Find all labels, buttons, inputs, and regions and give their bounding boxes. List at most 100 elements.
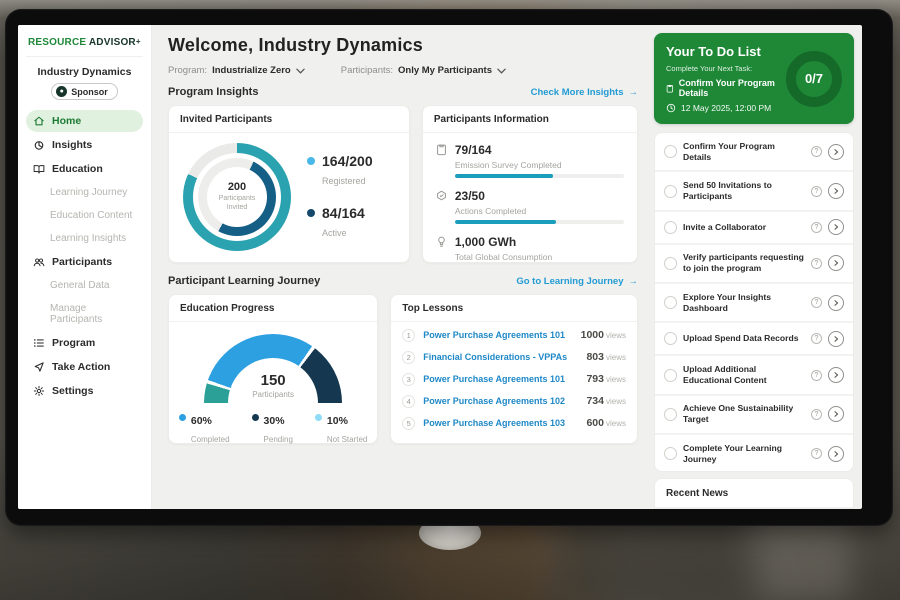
task-row[interactable]: Achieve One Sustainability Target ? (655, 396, 853, 435)
progress-bar (455, 220, 624, 224)
lesson-views: 1000views (581, 329, 626, 341)
task-checkbox[interactable] (664, 296, 677, 309)
help-icon[interactable]: ? (811, 186, 822, 197)
settings-icon (33, 385, 45, 397)
todo-summary-card: Your To Do List Complete Your Next Task:… (654, 33, 854, 124)
sidebar-item-home[interactable]: Home (26, 110, 143, 132)
sidebar-item-education[interactable]: Education (26, 158, 143, 180)
legend-label: Active (322, 228, 347, 238)
recent-news-title: Recent News (655, 479, 853, 508)
legend-value: 84/164 (322, 205, 365, 221)
sidebar-item-label: Insights (52, 139, 92, 151)
sidebar-item-label: Manage Participants (50, 303, 136, 325)
help-icon[interactable]: ? (811, 370, 822, 381)
education-progress-gauge: 150 Participants (204, 334, 342, 403)
chevron-right-icon[interactable] (828, 406, 844, 422)
program-icon (33, 337, 45, 349)
sponsor-badge[interactable]: ● Sponsor (51, 83, 118, 100)
task-label: Invite a Collaborator (683, 222, 805, 233)
legend-active: 84/164 Active (307, 205, 373, 241)
lesson-link[interactable]: Power Purchase Agreements 102 (423, 396, 578, 406)
task-row[interactable]: Verify participants requesting to join t… (655, 245, 853, 284)
app-logo: RESOURCE ADVISOR+ (26, 35, 143, 57)
chevron-right-icon[interactable] (828, 255, 844, 271)
sidebar-item-participants[interactable]: Participants (26, 251, 143, 273)
legend-label: Completed (191, 435, 230, 444)
legend-label: Registered (322, 176, 366, 186)
chevron-right-icon[interactable] (828, 295, 844, 311)
task-checkbox[interactable] (664, 185, 677, 198)
help-icon[interactable]: ? (811, 258, 822, 269)
participants-icon (33, 256, 45, 268)
card-title: Top Lessons (391, 295, 637, 322)
task-label: Verify participants requesting to join t… (683, 252, 805, 274)
task-checkbox[interactable] (664, 369, 677, 382)
lesson-link[interactable]: Power Purchase Agreements 103 (423, 418, 578, 428)
legend-dot (307, 157, 315, 165)
chevron-right-icon[interactable] (828, 183, 844, 199)
help-icon[interactable]: ? (811, 146, 822, 157)
task-checkbox[interactable] (664, 221, 677, 234)
donut-center-value: 200 (228, 181, 246, 193)
task-row[interactable]: Confirm Your Program Details ? (655, 133, 853, 172)
chevron-right-icon[interactable] (828, 367, 844, 383)
participants-filter-value: Only My Participants (398, 65, 492, 76)
task-row[interactable]: Complete Your Learning Journey ? (655, 435, 853, 472)
go-to-learning-journey-link[interactable]: Go to Learning Journey → (516, 276, 638, 287)
task-row[interactable]: Explore Your Insights Dashboard ? (655, 284, 853, 323)
lesson-row: 5 Power Purchase Agreements 103 600views (402, 412, 626, 434)
task-row[interactable]: Send 50 Invitations to Participants ? (655, 172, 853, 211)
lesson-row: 2 Financial Considerations - VPPAs 803vi… (402, 346, 626, 368)
task-label: Confirm Your Program Details (683, 141, 805, 163)
check-more-insights-link[interactable]: Check More Insights → (531, 87, 638, 98)
lesson-link[interactable]: Power Purchase Agreements 101 (423, 330, 572, 340)
chevron-right-icon[interactable] (828, 144, 844, 160)
top-lessons-card: Top Lessons 1 Power Purchase Agreements … (390, 294, 638, 444)
task-checkbox[interactable] (664, 257, 677, 270)
help-icon[interactable]: ? (811, 297, 822, 308)
help-icon[interactable]: ? (811, 333, 822, 344)
invited-participants-card: Invited Participants 200 Participants In… (168, 105, 410, 263)
sidebar-item-take-action[interactable]: Take Action (26, 356, 143, 378)
chevron-right-icon[interactable] (828, 331, 844, 347)
sidebar-item-learning-insights[interactable]: Learning Insights (26, 228, 143, 249)
sidebar-item-insights[interactable]: Insights (26, 134, 143, 156)
sidebar-item-learning-journey[interactable]: Learning Journey (26, 182, 143, 203)
chevron-right-icon[interactable] (828, 446, 844, 462)
task-row[interactable]: Upload Spend Data Records ? (655, 323, 853, 356)
task-checkbox[interactable] (664, 332, 677, 345)
help-icon[interactable]: ? (811, 409, 822, 420)
lesson-link[interactable]: Power Purchase Agreements 101 (423, 374, 578, 384)
task-checkbox[interactable] (664, 408, 677, 421)
program-filter-label: Program: (168, 65, 207, 76)
task-row[interactable]: Invite a Collaborator ? (655, 212, 853, 245)
dashboard-screen: RESOURCE ADVISOR+ Industry Dynamics ● Sp… (18, 25, 862, 509)
sidebar-item-education-content[interactable]: Education Content (26, 205, 143, 226)
sidebar-item-label: Learning Journey (50, 187, 127, 198)
program-insights-header: Program Insights Check More Insights → (168, 86, 638, 98)
task-checkbox[interactable] (664, 145, 677, 158)
sidebar-item-settings[interactable]: Settings (26, 380, 143, 402)
task-row[interactable]: Upload Additional Educational Content ? (655, 356, 853, 395)
card-title: Invited Participants (169, 106, 409, 133)
legend-value: 60% (191, 415, 212, 427)
sidebar-item-manage-participants[interactable]: Manage Participants (26, 298, 143, 330)
clock-icon (666, 103, 676, 113)
logo-part-1: RESOURCE (28, 37, 86, 48)
lesson-row: 1 Power Purchase Agreements 101 1000view… (402, 324, 626, 346)
sidebar-item-label: Participants (52, 256, 112, 268)
filter-row: Program: Industrialize Zero Participants… (168, 65, 638, 76)
sidebar-item-general-data[interactable]: General Data (26, 275, 143, 296)
survey-icon (436, 143, 447, 178)
program-filter[interactable]: Program: Industrialize Zero (168, 65, 305, 76)
chevron-down-icon (497, 68, 506, 74)
help-icon[interactable]: ? (811, 448, 822, 459)
chevron-right-icon[interactable] (828, 219, 844, 235)
legend-dot (252, 414, 259, 421)
photo-backdrop: RESOURCE ADVISOR+ Industry Dynamics ● Sp… (0, 0, 900, 600)
task-checkbox[interactable] (664, 447, 677, 460)
lesson-link[interactable]: Financial Considerations - VPPAs (423, 352, 578, 362)
sidebar-item-program[interactable]: Program (26, 332, 143, 354)
participants-filter[interactable]: Participants: Only My Participants (341, 65, 506, 76)
help-icon[interactable]: ? (811, 222, 822, 233)
